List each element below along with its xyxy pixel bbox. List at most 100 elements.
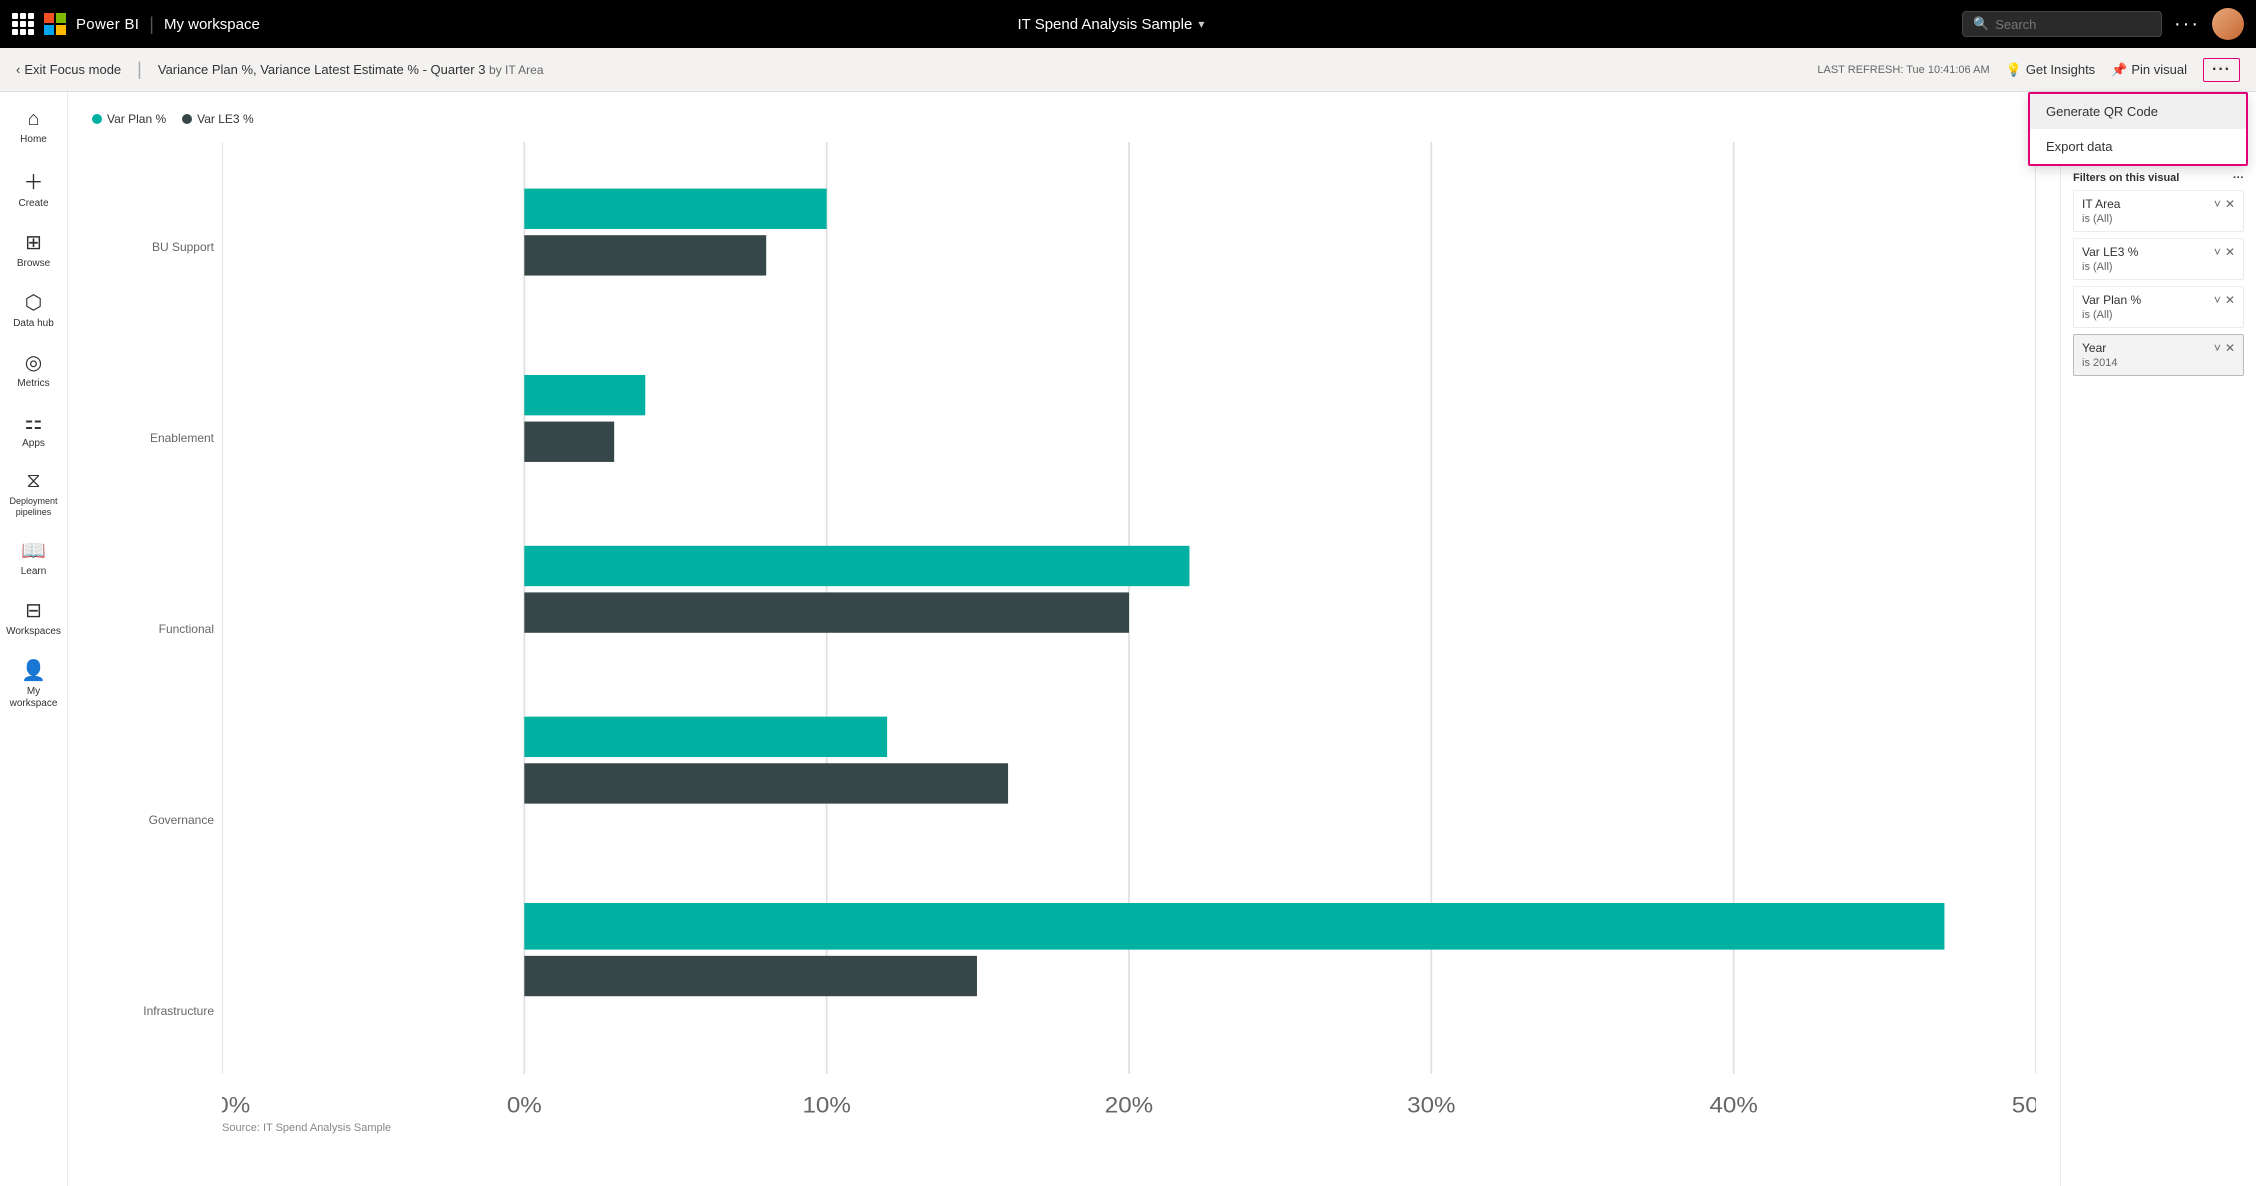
home-icon: ⌂: [27, 108, 39, 131]
sidebar-item-workspaces[interactable]: ⊟ Workspaces: [4, 590, 64, 646]
filter-card-year[interactable]: Year ˅ ✕ is 2014: [2073, 334, 2244, 376]
filter-card-var-plan-header: Var Plan % ˅ ✕: [2082, 293, 2235, 307]
bar-functional-teal[interactable]: [524, 546, 1189, 586]
pin-visual-button[interactable]: 📌 Pin visual: [2111, 62, 2187, 78]
filter-actions-it-area: ˅ ✕: [2214, 197, 2235, 211]
filter-actions-var-le3: ˅ ✕: [2214, 245, 2235, 259]
top-navbar: Power BI | My workspace IT Spend Analysi…: [0, 0, 2256, 48]
nav-left: Power BI | My workspace: [12, 13, 260, 35]
sidebar-item-browse[interactable]: ⊞ Browse: [4, 222, 64, 278]
bar-enablement-dark[interactable]: [524, 422, 614, 462]
report-title-text: IT Spend Analysis Sample: [1017, 16, 1192, 33]
filter-clear-it-area[interactable]: ✕: [2225, 197, 2235, 211]
sidebar-label-metrics: Metrics: [17, 378, 49, 390]
x-label-10: 10%: [802, 1093, 850, 1118]
legend-label-var-le3: Var LE3 %: [197, 112, 253, 126]
dropdown-menu: Generate QR Code Export data: [2028, 92, 2248, 166]
filter-card-var-plan[interactable]: Var Plan % ˅ ✕ is (All): [2073, 286, 2244, 328]
search-icon: 🔍: [1973, 16, 1989, 32]
more-options-subheader-button[interactable]: ···: [2203, 58, 2240, 82]
y-label-functional: Functional: [159, 622, 222, 636]
chart-legend: Var Plan % Var LE3 %: [92, 112, 2036, 126]
sidebar-item-metrics[interactable]: ◎ Metrics: [4, 342, 64, 398]
sidebar-item-datahub[interactable]: ⬡ Data hub: [4, 282, 64, 338]
bar-governance-teal[interactable]: [524, 717, 887, 757]
filter-chevron-var-le3[interactable]: ˅: [2214, 245, 2221, 259]
metrics-icon: ◎: [25, 350, 42, 375]
chart-subtitle: Variance Plan %, Variance Latest Estimat…: [158, 62, 1802, 77]
nav-separator: |: [149, 14, 154, 35]
chart-area: Var Plan % Var LE3 % BU Support Enableme…: [68, 92, 2060, 1186]
search-box[interactable]: 🔍: [1962, 11, 2162, 37]
more-options-top-button[interactable]: ···: [2174, 13, 2200, 36]
sidebar-label-myworkspace: My workspace: [8, 686, 60, 710]
y-label-bu-support: BU Support: [152, 240, 222, 254]
filter-name-year: Year: [2082, 341, 2106, 355]
bar-infrastructure-dark[interactable]: [524, 956, 977, 996]
dropdown-item-export-data[interactable]: Export data: [2030, 129, 2246, 164]
sidebar-label-workspaces: Workspaces: [6, 626, 61, 638]
y-axis: BU Support Enablement Functional Governa…: [92, 142, 222, 1136]
bar-governance-dark[interactable]: [524, 763, 1008, 803]
bar-bu-support-dark[interactable]: [524, 235, 766, 275]
sidebar-item-apps[interactable]: ⚏ Apps: [4, 402, 64, 458]
sidebar-item-learn[interactable]: 📖 Learn: [4, 530, 64, 586]
left-sidebar: ⌂ Home ＋ Create ⊞ Browse ⬡ Data hub ◎ Me…: [0, 92, 68, 1186]
filter-actions-var-plan: ˅ ✕: [2214, 293, 2235, 307]
dropdown-item-generate-qr[interactable]: Generate QR Code: [2030, 94, 2246, 129]
filters-section-label: Filters on this visual ···: [2073, 172, 2244, 184]
x-label-neg10: -10%: [222, 1093, 250, 1118]
sidebar-label-apps: Apps: [22, 438, 45, 450]
x-label-50: 50%: [2012, 1093, 2036, 1118]
sidebar-label-datahub: Data hub: [13, 318, 54, 330]
learn-icon: 📖: [21, 538, 46, 563]
filter-chevron-it-area[interactable]: ˅: [2214, 197, 2221, 211]
filter-clear-var-le3[interactable]: ✕: [2225, 245, 2235, 259]
filter-clear-var-plan[interactable]: ✕: [2225, 293, 2235, 307]
filter-chevron-var-plan[interactable]: ˅: [2214, 293, 2221, 307]
filter-card-var-le3[interactable]: Var LE3 % ˅ ✕ is (All): [2073, 238, 2244, 280]
exit-focus-button[interactable]: ‹ Exit Focus mode: [16, 62, 121, 77]
sidebar-label-learn: Learn: [21, 566, 47, 578]
search-input[interactable]: [1995, 17, 2135, 32]
filter-clear-year[interactable]: ✕: [2225, 341, 2235, 355]
report-title-button[interactable]: IT Spend Analysis Sample ▾: [1017, 16, 1204, 33]
x-label-40: 40%: [1709, 1093, 1757, 1118]
bar-enablement-teal[interactable]: [524, 375, 645, 415]
sidebar-item-create[interactable]: ＋ Create: [4, 158, 64, 218]
nav-center: IT Spend Analysis Sample ▾: [272, 16, 1950, 33]
filter-card-it-area[interactable]: IT Area ˅ ✕ is (All): [2073, 190, 2244, 232]
sidebar-label-browse: Browse: [17, 258, 50, 270]
filter-chevron-year[interactable]: ˅: [2214, 341, 2221, 355]
x-label-0: 0%: [507, 1093, 542, 1118]
sidebar-label-deployment: Deployment pipelines: [8, 496, 60, 518]
filter-name-var-le3: Var LE3 %: [2082, 245, 2138, 259]
filters-panel: ▤ Filters › 🔍 Filters on this visual ···…: [2060, 92, 2256, 1186]
x-label-20: 20%: [1105, 1093, 1153, 1118]
nav-workspace-label[interactable]: My workspace: [164, 16, 260, 33]
sidebar-item-myworkspace[interactable]: 👤 My workspace: [4, 650, 64, 718]
y-label-enablement: Enablement: [150, 431, 222, 445]
sub-header: ‹ Exit Focus mode | Variance Plan %, Var…: [0, 48, 2256, 92]
bar-bu-support-teal[interactable]: [524, 189, 826, 229]
sub-divider: |: [137, 59, 142, 80]
filters-section-more[interactable]: ···: [2233, 172, 2244, 184]
legend-item-var-le3: Var LE3 %: [182, 112, 253, 126]
source-label: Source: IT Spend Analysis Sample: [222, 1122, 391, 1134]
bar-infrastructure-teal[interactable]: [524, 903, 1944, 950]
sidebar-label-home: Home: [20, 134, 47, 146]
datahub-icon: ⬡: [25, 290, 42, 315]
left-arrow-icon: ‹: [16, 62, 20, 77]
apps-grid-icon[interactable]: [12, 13, 34, 35]
get-insights-button[interactable]: 💡 Get Insights: [2006, 62, 2096, 78]
chart-body: -10% 0% 10% 20% 30% 40% 50% Source: IT S…: [222, 142, 2036, 1136]
filter-name-var-plan: Var Plan %: [2082, 293, 2141, 307]
create-icon: ＋: [24, 166, 44, 195]
filter-card-year-header: Year ˅ ✕: [2082, 341, 2235, 355]
browse-icon: ⊞: [25, 230, 42, 255]
user-avatar[interactable]: [2212, 8, 2244, 40]
bar-functional-dark[interactable]: [524, 592, 1129, 632]
sidebar-item-home[interactable]: ⌂ Home: [4, 100, 64, 154]
sidebar-item-deployment[interactable]: ⧖ Deployment pipelines: [4, 462, 64, 526]
nav-right: 🔍 ···: [1962, 8, 2244, 40]
